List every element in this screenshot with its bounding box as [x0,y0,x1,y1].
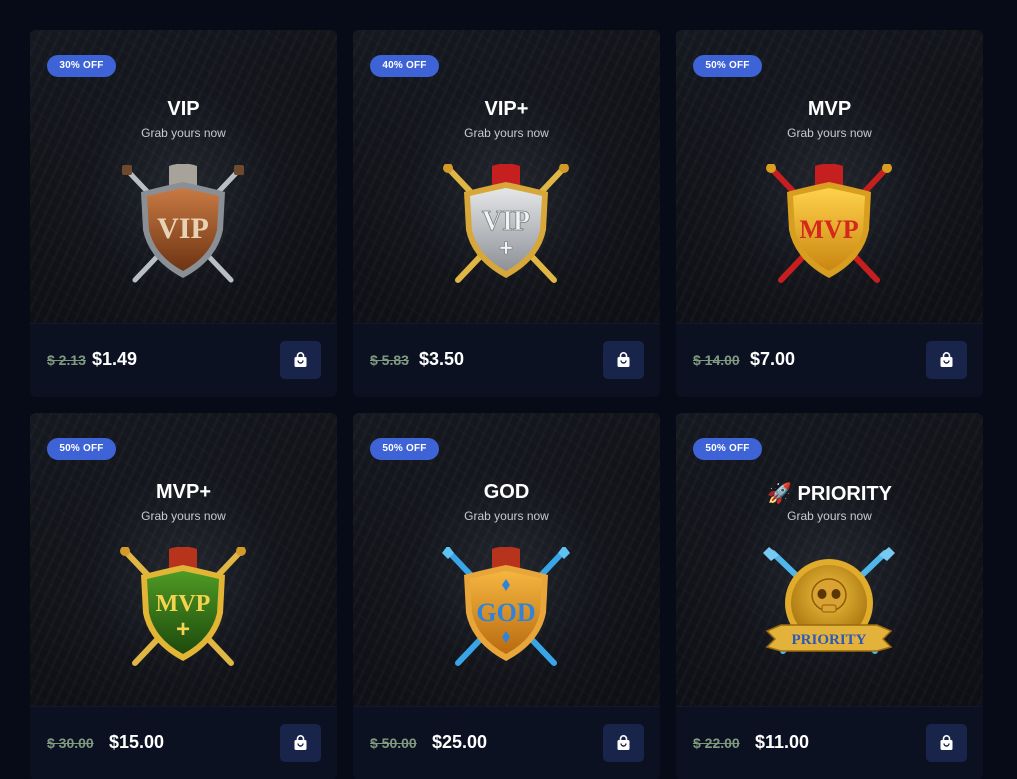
shopping-bag-icon [940,735,953,750]
product-card-vip: 30% OFF VIP Grab yours now VIP $ 2.13 $1… [30,30,337,397]
svg-text:+: + [499,235,513,262]
product-subtitle: Grab yours now [464,509,549,523]
vip-shield-emblem-icon: VIP [122,164,244,283]
mvp-plus-shield-emblem-icon: MVP + [120,547,246,666]
product-title: VIP [167,98,200,120]
original-price: $ 14.00 [693,352,740,368]
original-price: $ 22.00 [693,735,740,751]
original-price: $ 50.00 [370,735,417,751]
original-price: $ 30.00 [47,735,94,751]
discount-badge: 50% OFF [47,438,116,460]
card-banner: 40% OFF VIP+ Grab yours now VIP + [353,30,660,323]
product-card-mvp-plus: 50% OFF MVP+ Grab yours now MVP + $ 30.0… [30,413,337,779]
card-footer: $ 5.83 $3.50 [353,323,660,397]
vip-plus-shield-emblem-icon: VIP + [443,164,569,283]
card-footer: $ 22.00 $11.00 [676,706,983,779]
sale-price: $1.49 [92,349,138,369]
sale-price: $11.00 [755,732,810,752]
add-to-cart-button[interactable] [926,341,967,379]
product-subtitle: Grab yours now [141,509,226,523]
card-footer: $ 50.00 $25.00 [353,706,660,779]
product-title: VIP+ [484,98,529,120]
product-title: MVP [807,98,852,120]
svg-text:GOD: GOD [476,598,535,627]
discount-badge: 50% OFF [370,438,439,460]
sale-price: $7.00 [750,349,796,369]
shopping-bag-icon [617,735,630,750]
card-footer: $ 2.13 $1.49 [30,323,337,397]
card-banner: 50% OFF GOD Grab yours now GOD [353,413,660,706]
discount-badge: 40% OFF [370,55,439,77]
sale-price: $25.00 [432,732,488,752]
add-to-cart-button[interactable] [280,724,321,762]
product-card-priority: 50% OFF 🚀 PRIORITY Grab yours now PRIORI… [676,413,983,779]
sale-price: $3.50 [419,349,465,369]
add-to-cart-button[interactable] [603,341,644,379]
product-card-vip-plus: 40% OFF VIP+ Grab yours now VIP + $ 5.83… [353,30,660,397]
svg-text:MVP: MVP [156,591,211,617]
discount-badge: 30% OFF [47,55,116,77]
shopping-bag-icon [940,352,953,367]
sale-price: $15.00 [109,732,165,752]
product-card-mvp: 50% OFF MVP Grab yours now MVP $ 14.00 $… [676,30,983,397]
mvp-shield-emblem-icon: MVP [766,164,892,283]
product-subtitle: Grab yours now [464,126,549,140]
svg-text:VIP: VIP [482,206,530,237]
god-shield-emblem-icon: GOD [442,547,570,666]
card-banner: 50% OFF MVP+ Grab yours now MVP + [30,413,337,706]
add-to-cart-button[interactable] [926,724,967,762]
product-card-god: 50% OFF GOD Grab yours now GOD $ 50.00 $… [353,413,660,779]
product-title: MVP+ [155,481,212,503]
original-price: $ 5.83 [370,352,409,368]
add-to-cart-button[interactable] [603,724,644,762]
product-subtitle: Grab yours now [787,126,872,140]
card-banner: 50% OFF MVP Grab yours now MVP [676,30,983,323]
svg-text:PRIORITY: PRIORITY [791,632,866,648]
card-banner: 30% OFF VIP Grab yours now VIP [30,30,337,323]
discount-badge: 50% OFF [693,438,762,460]
svg-text:MVP: MVP [799,215,858,244]
svg-text:+: + [176,616,190,643]
card-banner: 50% OFF 🚀 PRIORITY Grab yours now PRIORI… [676,413,983,706]
product-title: 🚀 PRIORITY [767,483,892,505]
product-subtitle: Grab yours now [787,509,872,523]
discount-badge: 50% OFF [693,55,762,77]
svg-text:VIP: VIP [157,212,209,245]
product-title: GOD [483,481,530,503]
shopping-bag-icon [617,352,630,367]
add-to-cart-button[interactable] [280,341,321,379]
shopping-bag-icon [294,352,307,367]
product-subtitle: Grab yours now [141,126,226,140]
product-grid: 30% OFF VIP Grab yours now VIP $ 2.13 $1… [30,30,983,779]
card-footer: $ 30.00 $15.00 [30,706,337,779]
priority-skull-emblem-icon: PRIORITY [763,547,895,654]
original-price: $ 2.13 [47,352,86,368]
shopping-bag-icon [294,735,307,750]
card-footer: $ 14.00 $7.00 [676,323,983,397]
